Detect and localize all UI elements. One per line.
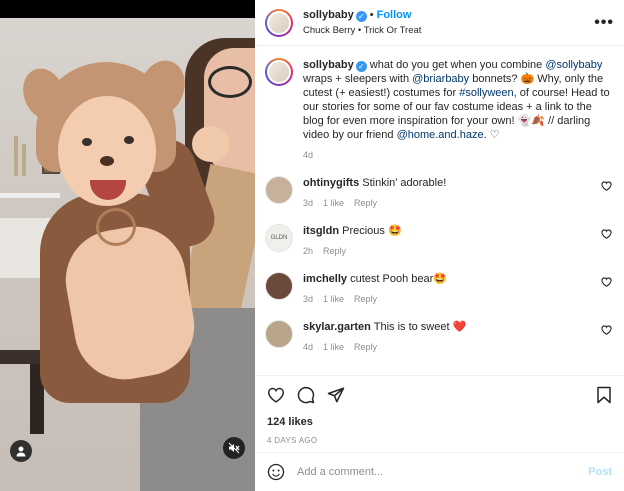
comment-row: GLDN itsgldn Precious 🤩 2h Reply [265, 224, 612, 258]
paper-plane-icon [327, 387, 345, 403]
like-button[interactable] [267, 384, 297, 406]
caption-text-segment: what do you get when you combine [366, 59, 546, 71]
comment-button[interactable] [297, 384, 327, 406]
caption-body: what do you get when you combine @sollyb… [303, 59, 610, 141]
caption-mention-link[interactable]: @briarbaby [412, 73, 469, 85]
heart-icon [601, 325, 612, 335]
reply-button[interactable]: Reply [354, 342, 377, 352]
comment-text: cutest Pooh bear🤩 [350, 273, 447, 285]
commenter-avatar[interactable] [265, 320, 293, 348]
share-button[interactable] [327, 384, 357, 406]
post-header: sollybaby ✓ • Follow Chuck Berry • Trick Or… [255, 0, 624, 46]
emoji-icon[interactable] [267, 463, 285, 481]
video-frame [0, 18, 255, 491]
comment-likes[interactable]: 1 like [323, 342, 344, 352]
shelf [0, 193, 60, 198]
tagged-user-button[interactable] [10, 440, 32, 462]
comment-row: imchelly cutest Pooh bear🤩 3d 1 like Reply [265, 272, 612, 306]
caption-text-segment: wraps + sleepers with [303, 73, 413, 85]
reply-button[interactable]: Reply [354, 198, 377, 208]
caption-row: sollybaby ✓ what do you get when you comb… [265, 58, 612, 162]
heart-icon [601, 229, 612, 239]
baby-eye [82, 138, 92, 146]
more-options-button[interactable]: ••• [594, 14, 614, 32]
follow-button[interactable]: Follow [377, 9, 412, 21]
comment-row: skylar.garten This is to sweet ❤️ 4d 1 lik… [265, 320, 612, 354]
comment-time[interactable]: 4d [303, 342, 313, 352]
heart-icon [268, 387, 284, 403]
comments-list: sollybaby ✓ what do you get when you comb… [255, 46, 624, 366]
instagram-post-modal: sollybaby ✓ • Follow Chuck Berry • Trick Or… [0, 0, 624, 491]
caption-time: 4d [303, 150, 314, 160]
caption-text: sollybaby ✓ what do you get when you comb… [303, 59, 610, 141]
comment-likes[interactable]: 1 like [323, 294, 344, 304]
user-icon [16, 446, 26, 457]
caption-mention-link[interactable]: @sollybaby [545, 59, 602, 71]
candlestick [22, 144, 26, 176]
avatar-logo-text: GLDN [270, 235, 288, 241]
comment-text: This is to sweet ❤️ [373, 321, 467, 333]
caption-mention-link[interactable]: #sollyween [459, 87, 513, 99]
post-details-panel: sollybaby ✓ • Follow Chuck Berry • Trick Or… [255, 0, 624, 491]
post-comment-button[interactable]: Post [588, 466, 612, 478]
reply-button[interactable]: Reply [354, 294, 377, 304]
comment-like-button[interactable] [598, 272, 612, 306]
comment-text: Precious 🤩 [342, 225, 402, 237]
heart-icon [601, 277, 612, 287]
separator-dot: • [369, 9, 374, 21]
candlestick [14, 136, 18, 176]
reply-button[interactable]: Reply [323, 246, 346, 256]
bonnet-tie [96, 208, 136, 246]
avatar-image [269, 12, 289, 33]
comment-like-button[interactable] [598, 224, 612, 258]
baby-eye [124, 136, 134, 144]
caption-avatar[interactable] [265, 58, 293, 86]
heart-icon [601, 181, 612, 191]
avatar-image [269, 62, 289, 82]
post-video[interactable] [0, 0, 255, 491]
comment-input[interactable]: Add a comment... [297, 466, 588, 478]
audio-track[interactable]: Chuck Berry • Trick Or Treat [303, 25, 594, 36]
comment-like-button[interactable] [598, 320, 612, 354]
verified-badge-icon: ✓ [355, 61, 367, 72]
caption-text-segment: . ♡ [483, 129, 500, 141]
comment-row: ohtinygifts Stinkin’ adorable! 3d 1 like Re… [265, 176, 612, 210]
verified-badge-icon: ✓ [355, 11, 367, 22]
caption-username[interactable]: sollybaby [303, 59, 354, 71]
comment-time[interactable]: 2h [303, 246, 313, 256]
commenter-avatar[interactable] [265, 176, 293, 204]
comment-like-button[interactable] [598, 176, 612, 210]
post-actions: 124 likes 4 DAYS AGO [255, 375, 624, 445]
commenter-username[interactable]: imchelly [303, 273, 347, 285]
commenter-avatar[interactable] [265, 272, 293, 300]
save-button[interactable] [582, 384, 612, 406]
caption-mention-link[interactable]: @home.and.haze [397, 129, 484, 141]
mother-glasses [208, 66, 252, 98]
comment-likes[interactable]: 1 like [323, 198, 344, 208]
commenter-username[interactable]: itsgldn [303, 225, 339, 237]
mute-button[interactable] [223, 437, 245, 459]
speaker-muted-icon [228, 442, 240, 454]
author-username[interactable]: sollybaby [303, 9, 354, 21]
likes-count[interactable]: 124 likes [267, 416, 612, 428]
commenter-username[interactable]: ohtinygifts [303, 177, 359, 189]
post-timestamp[interactable]: 4 DAYS AGO [267, 436, 612, 445]
add-comment-bar: Add a comment... Post [255, 452, 624, 491]
comment-time[interactable]: 3d [303, 294, 313, 304]
commenter-avatar[interactable]: GLDN [265, 224, 293, 252]
comment-bubble-icon [297, 386, 315, 404]
bookmark-icon [597, 386, 611, 404]
comment-time[interactable]: 3d [303, 198, 313, 208]
author-avatar[interactable] [265, 8, 293, 37]
comment-text: Stinkin’ adorable! [362, 177, 447, 189]
commenter-username[interactable]: skylar.garten [303, 321, 371, 333]
baby-hand [192, 126, 230, 162]
baby-painted-nose [100, 156, 114, 166]
